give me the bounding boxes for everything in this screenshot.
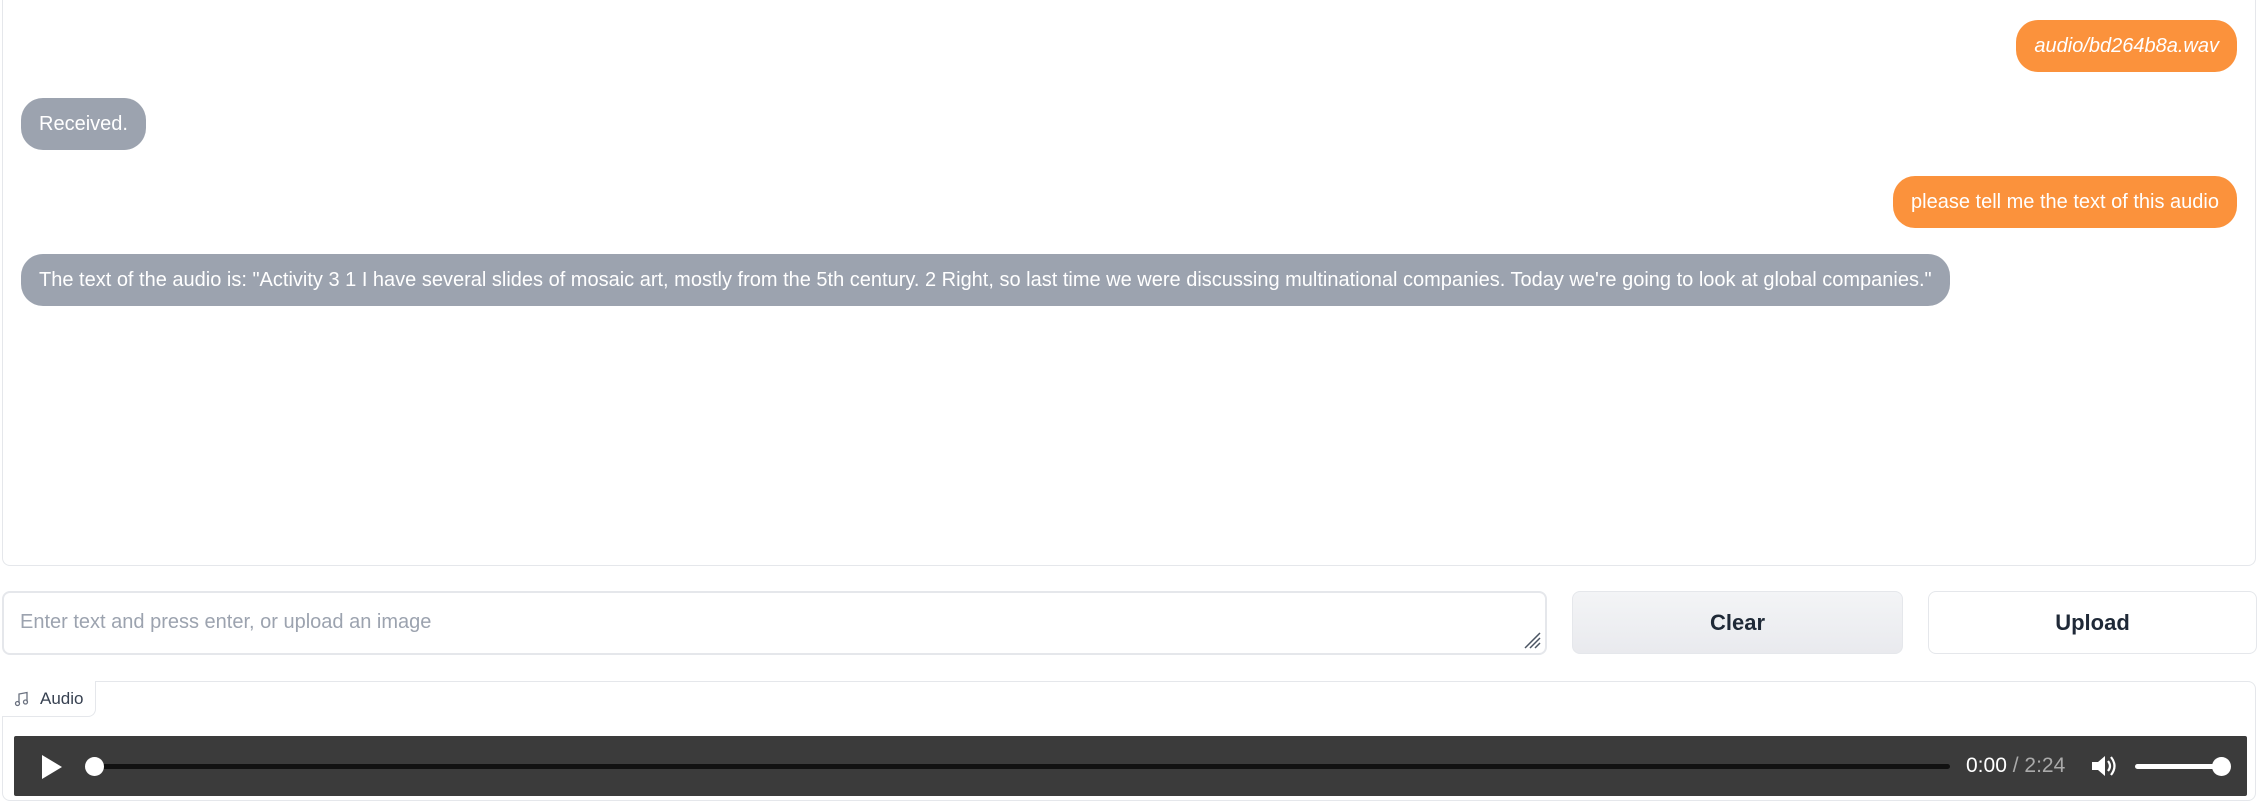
user-message: please tell me the text of this audio [1893,176,2237,228]
message-input[interactable] [4,593,1545,653]
audio-label-text: Audio [40,688,84,708]
bot-message: Received. [21,98,146,150]
resize-grip-icon[interactable] [1521,629,1541,649]
clear-button[interactable]: Clear [1572,591,1903,654]
current-time: 0:00 [1966,754,2007,777]
duration: 2:24 [2024,754,2066,777]
chat-panel: audio/bd264b8a.wav Received. please tell… [2,0,2256,566]
music-note-icon [14,691,29,706]
volume-thumb[interactable] [2212,757,2231,776]
time-separator: / [2012,754,2019,777]
volume-slider[interactable] [2135,764,2223,769]
user-message-file[interactable]: audio/bd264b8a.wav [2016,20,2237,72]
volume-icon[interactable] [2090,753,2118,779]
message-input-container [2,591,1547,655]
bot-message: The text of the audio is: "Activity 3 1 … [21,254,1950,306]
play-icon[interactable] [40,754,64,780]
seek-bar[interactable] [94,764,1950,769]
audio-player: 0:00 / 2:24 [14,736,2247,796]
time-display: 0:00 / 2:24 [1966,753,2065,779]
audio-label: Audio [2,681,97,717]
upload-button[interactable]: Upload [1928,591,2257,654]
seek-thumb[interactable] [85,757,104,776]
